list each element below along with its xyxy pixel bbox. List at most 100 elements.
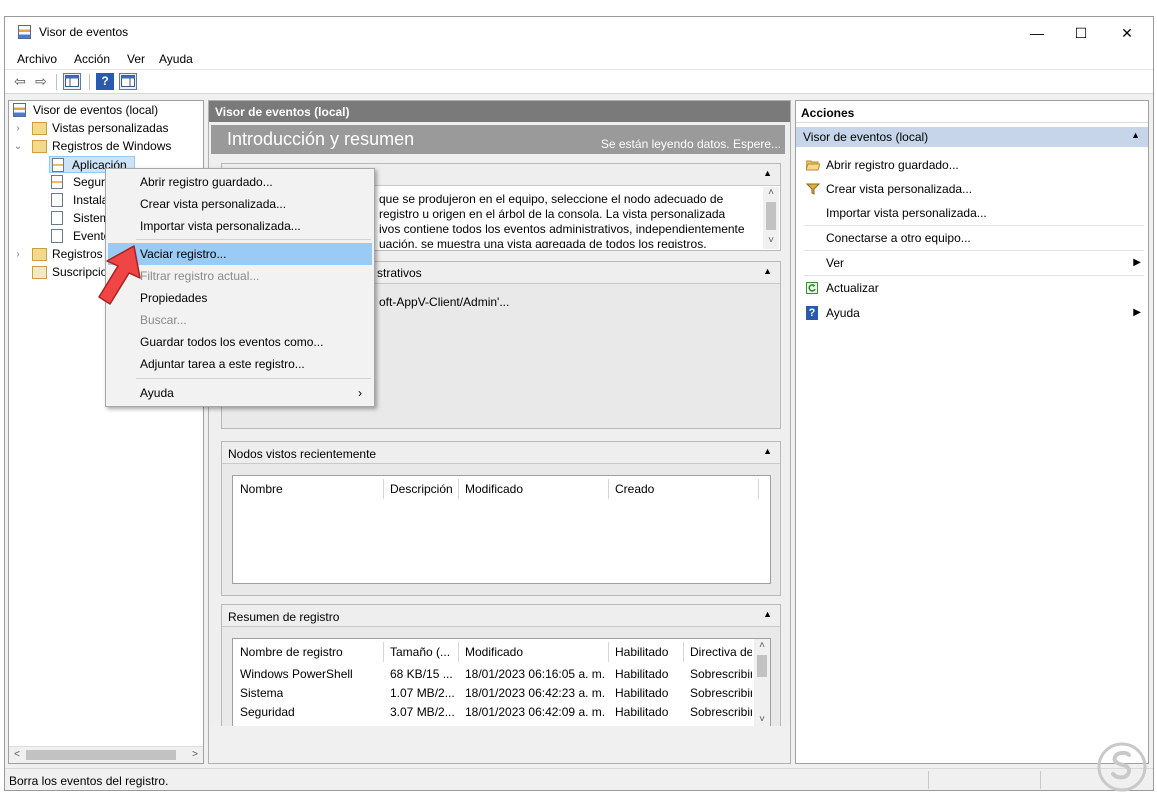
cell-tamano: 3.07 MB/2... — [390, 705, 455, 719]
collapse-caret-icon[interactable]: ▲ — [763, 266, 772, 276]
column-divider[interactable] — [458, 642, 459, 662]
action-actualizar[interactable]: Actualizar — [806, 276, 1141, 300]
menu-ver[interactable]: Ver — [127, 52, 145, 66]
toolbar-separator — [89, 74, 90, 90]
ctx-buscar[interactable]: Buscar... — [108, 309, 372, 331]
action-crear-vista[interactable]: Crear vista personalizada... — [806, 177, 1141, 201]
collapse-caret-icon[interactable]: ▲ — [1131, 130, 1140, 140]
column-divider[interactable] — [683, 642, 684, 662]
expand-chevron-icon[interactable]: › — [13, 120, 23, 137]
recent-nodes-title: Nodos vistos recientemente — [228, 447, 377, 461]
recent-nodes-section-header[interactable]: Nodos vistos recientemente ▲ — [222, 442, 780, 464]
column-divider[interactable] — [383, 642, 384, 662]
log-summary-table[interactable]: Nombre de registro Tamaño (... Modificad… — [232, 638, 771, 726]
cell-habilitado: Habilitado — [615, 667, 669, 681]
ctx-adjuntar-tarea[interactable]: Adjuntar tarea a este registro... — [108, 353, 372, 375]
log-summary-section-header[interactable]: Resumen de registro ▲ — [222, 605, 780, 627]
collapse-chevron-icon[interactable]: ⌄ — [13, 138, 23, 155]
help-icon[interactable]: ? — [96, 73, 114, 90]
ctx-importar-vista[interactable]: Importar vista personalizada... — [108, 215, 372, 237]
action-label: Ver — [826, 256, 845, 270]
close-button[interactable]: ✕ — [1105, 21, 1149, 45]
table-row[interactable]: Windows PowerShell 68 KB/15 ... 18/01/20… — [233, 667, 753, 686]
tree-horizontal-scrollbar[interactable]: < > — [9, 746, 203, 763]
toolbar: ⇦ ⇨ ? — [5, 70, 1153, 94]
subscription-icon — [32, 266, 47, 279]
cell-modificado: 18/01/2023 06:42:23 a. m. — [465, 686, 606, 700]
scroll-down-icon[interactable]: ˅ — [766, 235, 776, 246]
menu-bar: Archivo Acción Ver Ayuda — [5, 48, 1153, 70]
status-divider — [1040, 771, 1041, 789]
cell-nombre: Sistema — [240, 686, 284, 700]
column-header-tamano[interactable]: Tamaño (... — [390, 645, 450, 659]
menu-separator — [136, 378, 371, 379]
folder-icon — [32, 248, 47, 261]
cell-habilitado: Habilitado — [615, 686, 669, 700]
collapse-caret-icon[interactable]: ▲ — [763, 609, 772, 619]
scroll-up-icon[interactable]: ˄ — [757, 640, 767, 651]
menu-ayuda[interactable]: Ayuda — [159, 52, 193, 66]
overview-scrollbar[interactable]: ˄ ˅ — [763, 187, 779, 249]
scroll-thumb[interactable] — [766, 202, 776, 230]
event-viewer-icon — [13, 103, 26, 117]
scroll-up-icon[interactable]: ˄ — [766, 187, 776, 198]
column-header-habilitado[interactable]: Habilitado — [615, 645, 668, 659]
table-row[interactable]: Sistema 1.07 MB/2... 18/01/2023 06:42:23… — [233, 686, 753, 705]
collapse-caret-icon[interactable]: ▲ — [763, 446, 772, 456]
log-summary-section: Resumen de registro ▲ Nombre de registro… — [221, 604, 781, 726]
ctx-abrir-registro[interactable]: Abrir registro guardado... — [108, 171, 372, 193]
watermark-logo-icon — [1097, 742, 1147, 792]
overview-line: que se produjeron en el equipo, seleccio… — [379, 192, 724, 206]
action-conectarse[interactable]: Conectarse a otro equipo... — [806, 226, 1141, 250]
tree-root-label: Visor de eventos (local) — [33, 103, 159, 117]
column-divider[interactable] — [608, 479, 609, 499]
column-header-modificado[interactable]: Modificado — [465, 482, 523, 496]
table-row[interactable]: Seguridad 3.07 MB/2... 18/01/2023 06:42:… — [233, 705, 753, 724]
expand-chevron-icon[interactable]: › — [13, 246, 23, 263]
action-ver[interactable]: Ver ▶ — [806, 251, 1141, 275]
ctx-ayuda[interactable]: Ayuda › — [108, 382, 372, 404]
scroll-down-icon[interactable]: ˅ — [757, 714, 767, 725]
window-title: Visor de eventos — [39, 25, 129, 39]
column-divider[interactable] — [458, 479, 459, 499]
ctx-filtrar-registro[interactable]: Filtrar registro actual... — [108, 265, 372, 287]
column-header-descripcion[interactable]: Descripción — [390, 482, 453, 496]
scroll-thumb[interactable] — [757, 655, 767, 677]
maximize-button[interactable]: ☐ — [1059, 21, 1103, 45]
actions-pane: Acciones Visor de eventos (local) ▲ Abri… — [795, 100, 1149, 764]
column-divider[interactable] — [608, 642, 609, 662]
scroll-left-icon[interactable]: < — [12, 749, 22, 760]
collapse-caret-icon[interactable]: ▲ — [763, 168, 772, 178]
action-importar-vista[interactable]: Importar vista personalizada... — [806, 201, 1141, 225]
submenu-arrow-icon: ▶ — [1133, 257, 1141, 268]
menu-archivo[interactable]: Archivo — [17, 52, 57, 66]
show-hide-action-pane-icon[interactable] — [119, 73, 137, 90]
ctx-propiedades[interactable]: Propiedades — [108, 287, 372, 309]
show-hide-console-tree-icon[interactable] — [63, 73, 81, 90]
cell-modificado: 18/01/2023 06:42:09 a. m. — [465, 705, 606, 719]
column-header-directiva[interactable]: Directiva de — [690, 645, 752, 659]
column-header-creado[interactable]: Creado — [615, 482, 654, 496]
scroll-thumb[interactable] — [26, 750, 176, 760]
intro-banner: Introducción y resumen Se están leyendo … — [211, 125, 785, 154]
menu-accion[interactable]: Acción — [74, 52, 110, 66]
action-ayuda[interactable]: ? Ayuda ▶ — [806, 301, 1141, 325]
actions-group-header[interactable]: Visor de eventos (local) ▲ — [796, 127, 1148, 147]
summary-vertical-scrollbar[interactable]: ˄ ˅ — [754, 639, 770, 726]
column-header-modificado[interactable]: Modificado — [465, 645, 523, 659]
status-text: Borra los eventos del registro. — [9, 774, 169, 788]
minimize-button[interactable]: — — [1015, 21, 1059, 45]
action-label: Crear vista personalizada... — [826, 182, 973, 196]
back-arrow-icon[interactable]: ⇦ — [11, 73, 29, 90]
forward-arrow-icon[interactable]: ⇨ — [32, 73, 50, 90]
ctx-guardar-eventos[interactable]: Guardar todos los eventos como... — [108, 331, 372, 353]
action-abrir-registro[interactable]: Abrir registro guardado... — [806, 153, 1141, 177]
ctx-vaciar-registro[interactable]: Vaciar registro... — [108, 243, 372, 265]
column-header-nombre-registro[interactable]: Nombre de registro — [240, 645, 343, 659]
column-divider[interactable] — [758, 479, 759, 499]
recent-nodes-list[interactable]: Nombre Descripción Modificado Creado — [232, 475, 771, 584]
ctx-crear-vista[interactable]: Crear vista personalizada... — [108, 193, 372, 215]
column-divider[interactable] — [383, 479, 384, 499]
column-header-nombre[interactable]: Nombre — [240, 482, 283, 496]
scroll-right-icon[interactable]: > — [190, 749, 200, 760]
